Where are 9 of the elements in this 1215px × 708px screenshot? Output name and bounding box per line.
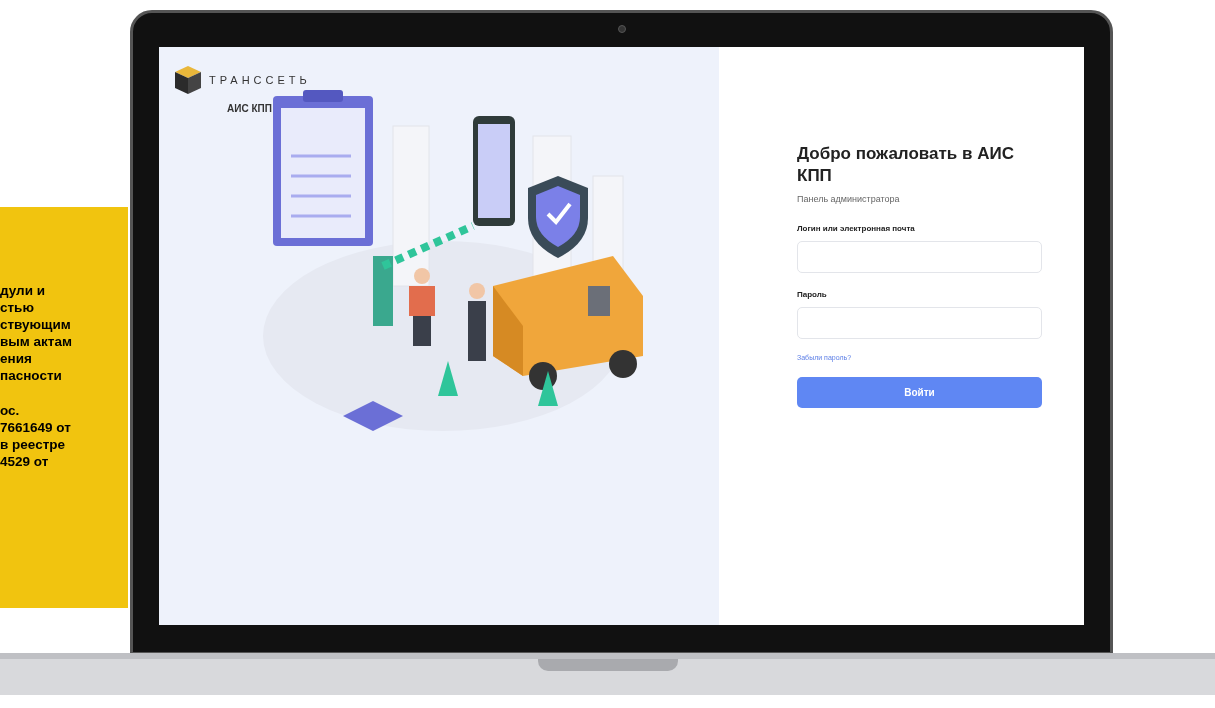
welcome-title: Добро пожаловать в АИС КПП [797,143,1015,187]
product-name: АИС КПП [227,102,273,116]
note-text: ос. 7661649 от в реестре 4529 от [0,402,72,470]
login-button[interactable]: Войти [797,377,1042,408]
brand-name: ТРАНССЕТЬ [209,72,311,88]
subtitle: Панель администратора [797,193,901,206]
field-label: Пароль [797,288,828,301]
field-label: Логин или электронная почта [797,222,916,235]
note-text: дули и стью ствующим вым актам ения пасности [0,282,73,384]
